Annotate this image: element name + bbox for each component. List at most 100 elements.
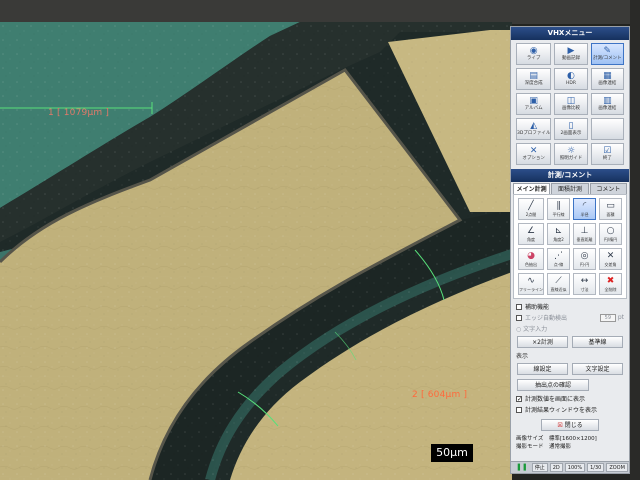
tool-button-8[interactable]: ◕ 色抽出 [518, 248, 544, 270]
tool-button-label: 面積 [606, 212, 615, 217]
menu-button-label: 2画面表示 [560, 131, 582, 136]
tool-button-11[interactable]: ✕ 交差角 [599, 248, 622, 270]
menu-button-7[interactable]: ◫ 画像比較 [554, 93, 588, 115]
tool-button-3[interactable]: ▭ 面積 [599, 198, 622, 220]
tool-button-label: 直線近似 [550, 287, 567, 292]
text-input-row[interactable]: ○ 文字入力 [511, 323, 629, 334]
hdr-icon: ◐ [567, 71, 575, 81]
dim-icon: ↔ [580, 276, 589, 286]
guide-icon: ☼ [566, 146, 576, 156]
cross-icon: ✕ [606, 251, 615, 261]
text-input-label: ○ 文字入力 [516, 326, 548, 333]
tool-button-12[interactable]: ∿ フリーライン [518, 273, 544, 295]
menu-button-2[interactable]: ✎ 計測/コメント [590, 43, 624, 65]
close-button[interactable]: ☒ 閉じる [541, 419, 599, 431]
measurement-label-1[interactable]: 1 [ 1079μm ] [48, 108, 109, 118]
assist-row[interactable]: 補助機能 [511, 301, 629, 312]
display-section-label: 表示 [516, 353, 529, 360]
menu-button-12[interactable]: ✕ オプション [516, 143, 552, 165]
tool-button-2[interactable]: ◜ 半径 [573, 198, 596, 220]
video-icon: ▶ [567, 46, 575, 56]
menu-button-13[interactable]: ☼ 照明ガイド [554, 143, 588, 165]
tool-button-label: 点-線 [553, 262, 564, 267]
tools-icon: ✕ [529, 146, 538, 156]
status-item-4[interactable]: 1/30 [587, 463, 605, 472]
tool-button-7[interactable]: ○ 円/楕円 [599, 223, 622, 245]
xy-measure-button[interactable]: ×2計測 [517, 336, 568, 348]
vhx-menu-panel: VHXメニュー ◉ ライブ ▶ 動画記録 ✎ 計測/コメント ▤ 深度合成 ◐ HDR ▦ 画像連結 ▣… [510, 26, 630, 474]
menu-button-8[interactable]: ▥ 画像連結 [590, 93, 624, 115]
result-window-row[interactable]: 計測結果ウィンドウを表示 [511, 404, 629, 415]
edge-unit: pt [617, 314, 624, 321]
circle-circle-icon: ◎ [580, 251, 589, 261]
menu-button-10[interactable]: ▯ 2画面表示 [554, 118, 588, 140]
micrograph-view[interactable]: 1 [ 1079μm ] 2 [ 604μm ] 50μm [0, 22, 512, 480]
show-value-row[interactable]: 計測数値を画面に表示 [511, 393, 629, 404]
menu-button-9[interactable]: ◭ 3Dプロファイル [516, 118, 552, 140]
tool-button-1[interactable]: ∥ 平行線 [547, 198, 570, 220]
assist-checkbox[interactable] [516, 303, 522, 310]
check-icon: ☑ [603, 146, 612, 156]
menu-button-4[interactable]: ◐ HDR [554, 68, 588, 90]
menu-button-label: 画像連結 [598, 81, 617, 86]
edge-auto-checkbox[interactable] [516, 314, 522, 321]
tool-button-9[interactable]: ⋰ 点-線 [547, 248, 570, 270]
tool-button-label: 色抽出 [525, 262, 537, 267]
menu-button-5[interactable]: ▦ 画像連結 [590, 68, 624, 90]
text-settings-button[interactable]: 文字設定 [572, 363, 623, 375]
menu-button-14[interactable]: ☑ 終了 [590, 143, 624, 165]
show-value-checkbox[interactable] [516, 395, 522, 402]
menu-button-1[interactable]: ▶ 動画記録 [554, 43, 588, 65]
menu-button-label: 3Dプロファイル [517, 131, 551, 136]
blank-icon [601, 121, 613, 131]
tool-button-6[interactable]: ⊥ 垂直距離 [573, 223, 596, 245]
measurement-label-2[interactable]: 2 [ 604μm ] [412, 390, 467, 400]
status-item-5[interactable]: ZOOM [606, 463, 628, 472]
tool-button-0[interactable]: ╱ 2点間 [518, 198, 544, 220]
edge-auto-row[interactable]: エッジ自動検出 59 pt [511, 312, 629, 323]
line-settings-button[interactable]: 線設定 [517, 363, 568, 375]
menu-button-label: アルバム [524, 106, 543, 111]
tool-button-label: 角度 [527, 237, 535, 242]
menu-button-label: HDR [566, 81, 576, 86]
tab-2[interactable]: コメント [589, 183, 627, 194]
split-icon: ▯ [568, 121, 574, 131]
compare-icon: ◫ [566, 96, 576, 106]
tab-1[interactable]: 面積計測 [551, 183, 589, 194]
measure-title: 計測/コメント [511, 169, 629, 182]
play-pause-icon[interactable]: ❚❚ [514, 463, 530, 472]
menu-button-label: ライブ [526, 56, 541, 61]
tool-button-5[interactable]: ⊾ 角度2 [547, 223, 570, 245]
status-item-3[interactable]: 100% [564, 463, 586, 472]
menu-button-label: 画像比較 [561, 106, 580, 111]
point-line-icon: ⋰ [554, 251, 563, 261]
line-icon: ╱ [528, 201, 534, 211]
menu-button-11[interactable] [590, 118, 624, 140]
circle-icon: ○ [606, 226, 615, 236]
tool-button-label: 角度2 [553, 237, 564, 242]
screen: 1 [ 1079μm ] 2 [ 604μm ] 50μm VHXメニュー ◉ ラ… [0, 0, 640, 480]
menu-button-6[interactable]: ▣ アルバム [516, 93, 552, 115]
extract-points-button[interactable]: 抽出点の確認 [517, 379, 589, 391]
status-item-0[interactable]: 停止 [531, 463, 548, 472]
baseline-button[interactable]: 基準線 [572, 336, 623, 348]
show-value-label: 計測数値を画面に表示 [525, 396, 586, 403]
tool-button-label: 2点間 [525, 212, 537, 217]
menu-button-label: 動画記録 [561, 56, 580, 61]
tool-button-10[interactable]: ◎ 円-円 [573, 248, 596, 270]
menu-button-label: 深度合成 [524, 81, 543, 86]
tool-button-13[interactable]: ⟋ 直線近似 [547, 273, 570, 295]
tool-button-15[interactable]: ✖ 全削除 [599, 273, 622, 295]
status-item-1[interactable]: 2D [549, 463, 563, 472]
menu-button-3[interactable]: ▤ 深度合成 [516, 68, 552, 90]
edge-auto-label: エッジ自動検出 [525, 315, 568, 322]
color-icon: ◕ [527, 251, 535, 261]
result-window-checkbox[interactable] [516, 406, 522, 413]
close-icon: ☒ [557, 422, 563, 429]
tool-button-label: 全削除 [604, 287, 617, 292]
tool-button-4[interactable]: ∠ 角度 [518, 223, 544, 245]
edge-value-field[interactable]: 59 [599, 313, 616, 322]
menu-button-0[interactable]: ◉ ライブ [516, 43, 552, 65]
tab-0[interactable]: メイン計測 [513, 183, 551, 194]
tool-button-14[interactable]: ↔ 寸法 [573, 273, 596, 295]
